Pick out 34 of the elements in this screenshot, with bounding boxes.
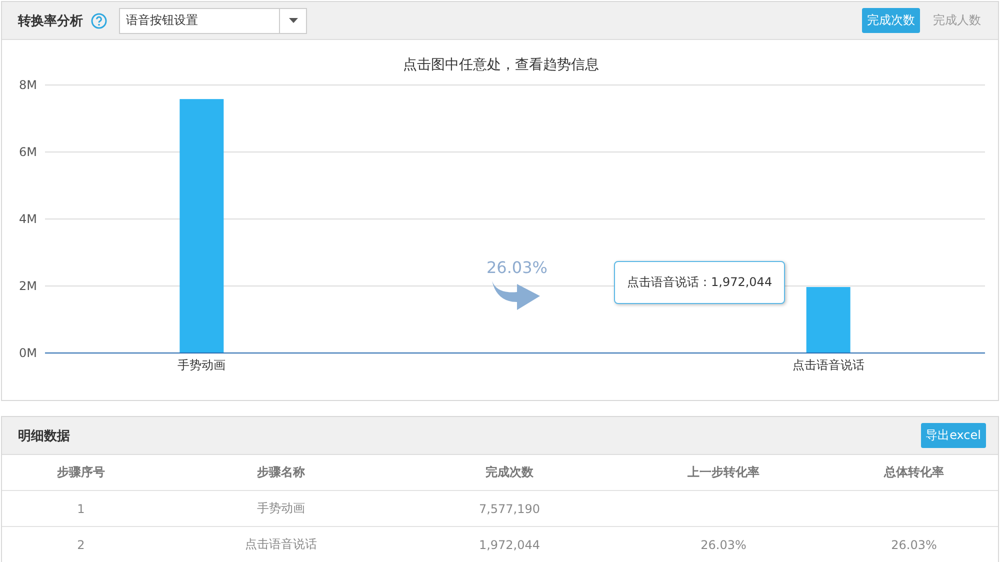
help-icon[interactable]: [91, 12, 107, 28]
chart-hint: 点击图中任意处，查看趋势信息: [403, 57, 599, 73]
metric-toggle[interactable]: 完成次数: [862, 8, 920, 33]
y-tick-label: 4M: [19, 212, 37, 226]
column-header: 步骤序号: [2, 455, 160, 491]
table-cell: 1,972,044: [402, 527, 617, 562]
bar[interactable]: [806, 287, 850, 353]
table-cell: 点击语音说话: [160, 527, 402, 562]
panel-title: 转换率分析: [18, 12, 83, 30]
column-header: 完成次数: [402, 455, 617, 491]
x-axis-label: 手势动画: [178, 358, 226, 372]
bar[interactable]: [180, 99, 224, 353]
table-cell: 1: [2, 491, 160, 527]
table-cell: 手势动画: [160, 491, 402, 527]
table-cell: 26.03%: [830, 527, 998, 562]
chart-tooltip: 点击语音说话：1,972,044: [614, 261, 786, 304]
step-select[interactable]: 语音按钮设置: [119, 8, 307, 34]
column-header: 上一步转化率: [617, 455, 830, 491]
y-tick-label: 6M: [19, 145, 37, 159]
y-tick-label: 8M: [19, 78, 37, 92]
y-tick-label: 0M: [19, 346, 37, 360]
metric-toggle[interactable]: 完成人数: [928, 8, 986, 33]
table-cell: 26.03%: [617, 527, 830, 562]
column-header: 总体转化率: [830, 455, 998, 491]
column-header: 步骤名称: [160, 455, 402, 491]
panel-title: 明细数据: [18, 428, 70, 444]
arrow-icon: [492, 281, 540, 310]
x-axis-label: 点击语音说话: [792, 358, 864, 372]
conversion-rate-label: 26.03%: [486, 258, 548, 277]
export-button[interactable]: 导出excel: [920, 423, 986, 448]
y-tick-label: 2M: [19, 279, 37, 293]
caret-icon: [288, 18, 298, 23]
table-cell: 2: [2, 527, 160, 562]
table-cell: 7,577,190: [402, 491, 617, 527]
